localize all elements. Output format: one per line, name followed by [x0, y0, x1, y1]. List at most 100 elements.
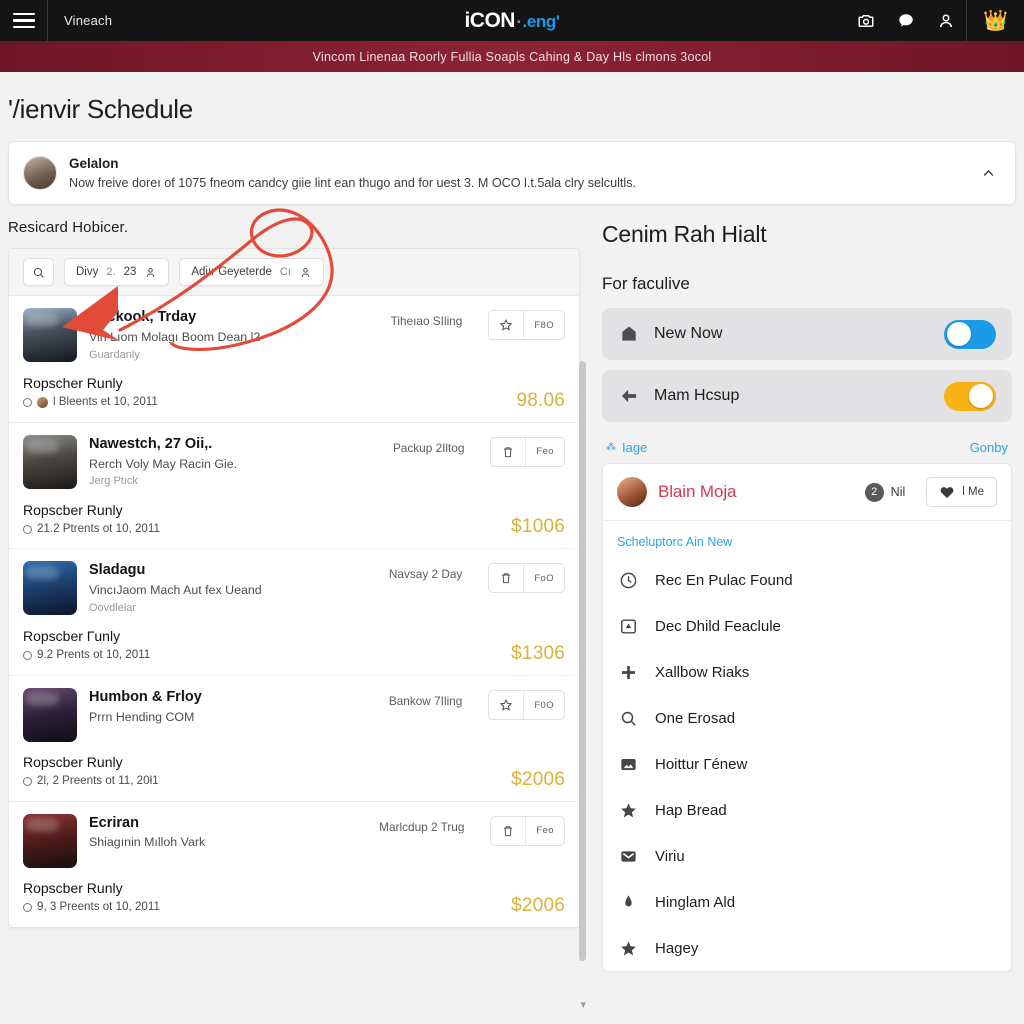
drop-icon — [617, 891, 639, 913]
notice-title: Gelalon — [69, 156, 119, 171]
menu-item-hap-bread[interactable]: Hap Bread — [603, 787, 1011, 833]
panel-link-left[interactable]: ⁂ Iage — [606, 440, 647, 455]
table-row[interactable]: Nawestch, 27 Oii,. Rerch Voly May Racin … — [9, 422, 579, 550]
toggle-switch[interactable] — [944, 319, 996, 349]
table-row[interactable]: Heckook, Trday Vin Lıom Molagı Boom Dean… — [9, 296, 579, 423]
row-bottom-sub-text: l Bleents et 10, 2011 — [53, 395, 158, 409]
row-thumbnail — [23, 308, 77, 363]
promo-banner-text: Vincom Linenaa Roorly Fullia Soapls Cahi… — [312, 49, 712, 64]
content-columns: Resicard Hobicer. Divy 2. 23 Adiır Geyet… — [0, 219, 1024, 1019]
notice-avatar — [23, 156, 57, 191]
panel-link-left-label[interactable]: Iage — [622, 440, 647, 455]
panel-card-section-label: Scheluptorc Ain New — [617, 535, 733, 550]
trash-icon[interactable] — [489, 564, 523, 592]
like-me-button[interactable]: l Me — [926, 477, 997, 508]
row-thumbnail — [23, 561, 77, 616]
person-icon — [147, 268, 155, 277]
filter-geo-label: Adiır Geyeterde — [191, 266, 272, 279]
filter-geo-button[interactable]: Adiır Geyeterde Cı — [179, 258, 324, 287]
menu-item-label: Xallbow Riaks — [655, 663, 750, 681]
search-icon — [617, 707, 639, 729]
menu-item-dec-dhild-feaclule[interactable]: Dec Dhild Feaclule — [603, 603, 1011, 649]
trash-icon[interactable] — [491, 438, 525, 466]
search-button[interactable] — [23, 258, 54, 287]
top-navigation-bar: Vineach iCON ° .eng' 👑 — [0, 0, 1024, 41]
filter-day-button[interactable]: Divy 2. 23 — [64, 258, 170, 287]
row-action-label-button[interactable]: F8O — [523, 311, 564, 340]
table-row[interactable]: Sladagu VincıJaom Mach Aut fex Ueand Oov… — [9, 549, 579, 676]
hamburger-menu-icon[interactable] — [0, 0, 48, 41]
row-name-block: Nawestch, 27 Oii,. Rerch Voly May Racin … — [89, 435, 381, 490]
detail-panel-card: Blain Moja 2 Nil l Me Scheluptorc Ain Ne… — [602, 463, 1012, 973]
promo-banner[interactable]: Vincom Linenaa Roorly Fullia Soapls Cahi… — [0, 41, 1024, 72]
chevron-up-icon[interactable] — [975, 160, 1001, 186]
logo-superscript: ° — [516, 18, 521, 29]
toggle-row-new-now[interactable]: New Now — [602, 308, 1012, 361]
menu-item-xallbow-riaks[interactable]: Xallbow Riaks — [603, 649, 1011, 695]
row-name-block: Ecriran Shiagınin Mılloh Vark — [89, 814, 367, 852]
star-icon[interactable] — [489, 691, 523, 719]
list-scrollbar[interactable]: ▾ — [579, 361, 586, 1011]
row-bottom-title: Ropscber Runly — [23, 501, 123, 518]
crown-badge-icon[interactable]: 👑 — [966, 0, 1024, 41]
row-bottom-sub: 21.2 Ptrents ot 10, 2011 — [23, 520, 160, 539]
scrollbar-thumb[interactable] — [579, 361, 586, 962]
row-action-label: Feo — [536, 446, 554, 458]
trash-icon[interactable] — [491, 817, 525, 845]
panel-badge-group: 2 Nil — [864, 482, 905, 502]
row-name-block: Heckook, Trday Vin Lıom Molagı Boom Dean… — [89, 308, 379, 363]
row-bottom-left: Ropscher Runly l Bleents et 10, 2011 — [23, 373, 158, 412]
mail-icon — [617, 845, 639, 867]
row-meta: Packup 2Iltog — [392, 440, 465, 455]
chevron-down-icon[interactable]: ▾ — [580, 998, 586, 1011]
row-title: Sladagu — [89, 562, 146, 579]
row-name-block: Humbon & Frloy Prrn Hending COM — [89, 688, 377, 726]
circle-icon — [23, 902, 32, 912]
filter-day-value: 23 — [123, 266, 137, 279]
row-bottom-title: Ropscber Гunly — [23, 628, 121, 645]
row-bottom-sub: 2l, 2 Preents ot 11, 20ł1 — [23, 772, 159, 791]
row-price: $2006 — [511, 894, 565, 916]
row-action-label-button[interactable]: FoO — [523, 564, 564, 593]
star-icon[interactable] — [489, 311, 523, 339]
brand-word[interactable]: Vineach — [48, 13, 112, 28]
menu-item-label: Hagey — [655, 939, 699, 957]
menu-item-hinglam-ald[interactable]: Hinglam Ald — [603, 879, 1011, 925]
table-row[interactable]: Ecriran Shiagınin Mılloh Vark Marlcdup 2… — [9, 801, 579, 927]
row-subtitle: Prrn Hending COM — [89, 709, 195, 724]
row-meta: Bankow 7Iling — [388, 694, 463, 708]
row-price: $2006 — [511, 768, 565, 790]
toggle-row-mam-hcsup[interactable]: Mam Hcsup — [602, 370, 1012, 423]
account-person-icon[interactable] — [926, 0, 966, 41]
panel-link-right-label[interactable]: Gonby — [970, 440, 1008, 455]
table-row[interactable]: Humbon & Frloy Prrn Hending COM Bankow 7… — [9, 676, 579, 802]
row-bottom-left: Ropscber Runly 21.2 Ptrents ot 10, 2011 — [23, 500, 160, 539]
chat-bubble-icon[interactable] — [886, 0, 926, 41]
menu-item-viriu[interactable]: Viriu — [603, 833, 1011, 879]
notice-body: Now freive doreı of 1075 fneom candcy gi… — [69, 175, 637, 190]
row-action-label-button[interactable]: Feo — [525, 816, 564, 845]
toggle-label: New Now — [654, 325, 723, 343]
pin-icon: ⁂ — [606, 442, 616, 454]
app-logo[interactable]: iCON ° .eng' — [464, 9, 560, 33]
row-bottom-sub-text: 9.2 Prents ot 10, 2011 — [37, 648, 151, 662]
row-action-label-button[interactable]: F0O — [523, 691, 564, 719]
toggle-switch[interactable] — [944, 381, 996, 411]
page-body: '/ienvir Schedule Gelalon Now freive dor… — [0, 72, 1024, 1024]
row-bottom: Ropscher Runly l Bleents et 10, 2011 98.… — [23, 373, 565, 412]
filter-day-separator: 2. — [106, 266, 116, 279]
row-title: Ecriran — [89, 814, 139, 831]
arrow-left-icon — [618, 385, 640, 407]
row-action-label-button[interactable]: Feo — [525, 437, 564, 466]
row-title: Heckook, Trday — [89, 309, 197, 326]
row-bottom: Ropscber Runly 2l, 2 Preents ot 11, 20ł1… — [23, 752, 565, 791]
circle-icon — [23, 398, 32, 408]
panel-card-header: Blain Moja 2 Nil l Me — [603, 464, 1011, 522]
heart-icon — [940, 487, 954, 499]
menu-item-hagey[interactable]: Hagey — [603, 925, 1011, 971]
menu-item-hoittur-genew[interactable]: Hoittur Гénew — [603, 741, 1011, 787]
menu-item-rec-en-pulac-found[interactable]: Rec En Pulac Found — [603, 557, 1011, 603]
camera-icon[interactable] — [846, 0, 886, 41]
panel-user-name[interactable]: Blain Moja — [658, 482, 854, 502]
menu-item-one-erosad[interactable]: One Erosad — [603, 695, 1011, 741]
